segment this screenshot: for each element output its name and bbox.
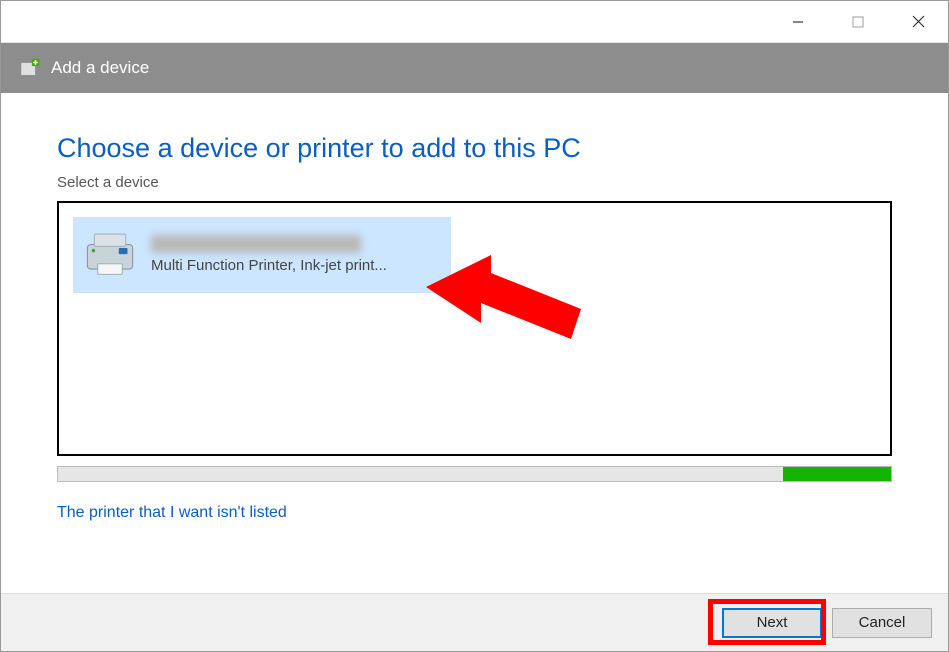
minimize-button[interactable] [768, 1, 828, 42]
device-item-selected[interactable]: Multi Function Printer, Ink-jet print... [73, 217, 451, 293]
printer-icon [81, 226, 139, 284]
close-icon [912, 15, 925, 28]
search-progress [57, 466, 892, 482]
close-button[interactable] [888, 1, 948, 42]
content-area: Choose a device or printer to add to thi… [1, 93, 948, 522]
device-description: Multi Function Printer, Ink-jet print... [151, 257, 387, 274]
page-subheading: Select a device [57, 174, 892, 191]
dialog-footer: Next Cancel [1, 593, 948, 651]
next-button[interactable]: Next [722, 608, 822, 638]
add-device-icon [19, 57, 41, 79]
dialog-title: Add a device [51, 58, 149, 78]
device-name-blurred [151, 235, 361, 253]
printer-not-listed-link[interactable]: The printer that I want isn't listed [57, 504, 892, 522]
minimize-icon [792, 16, 804, 28]
cancel-button[interactable]: Cancel [832, 608, 932, 638]
device-list: Multi Function Printer, Ink-jet print... [57, 201, 892, 456]
page-heading: Choose a device or printer to add to thi… [57, 133, 892, 164]
titlebar [1, 1, 948, 43]
dialog-header: Add a device [1, 43, 948, 93]
window-controls [768, 1, 948, 42]
device-text: Multi Function Printer, Ink-jet print... [151, 235, 443, 275]
maximize-button [828, 1, 888, 42]
progress-fill [783, 467, 891, 481]
maximize-icon [852, 16, 864, 28]
